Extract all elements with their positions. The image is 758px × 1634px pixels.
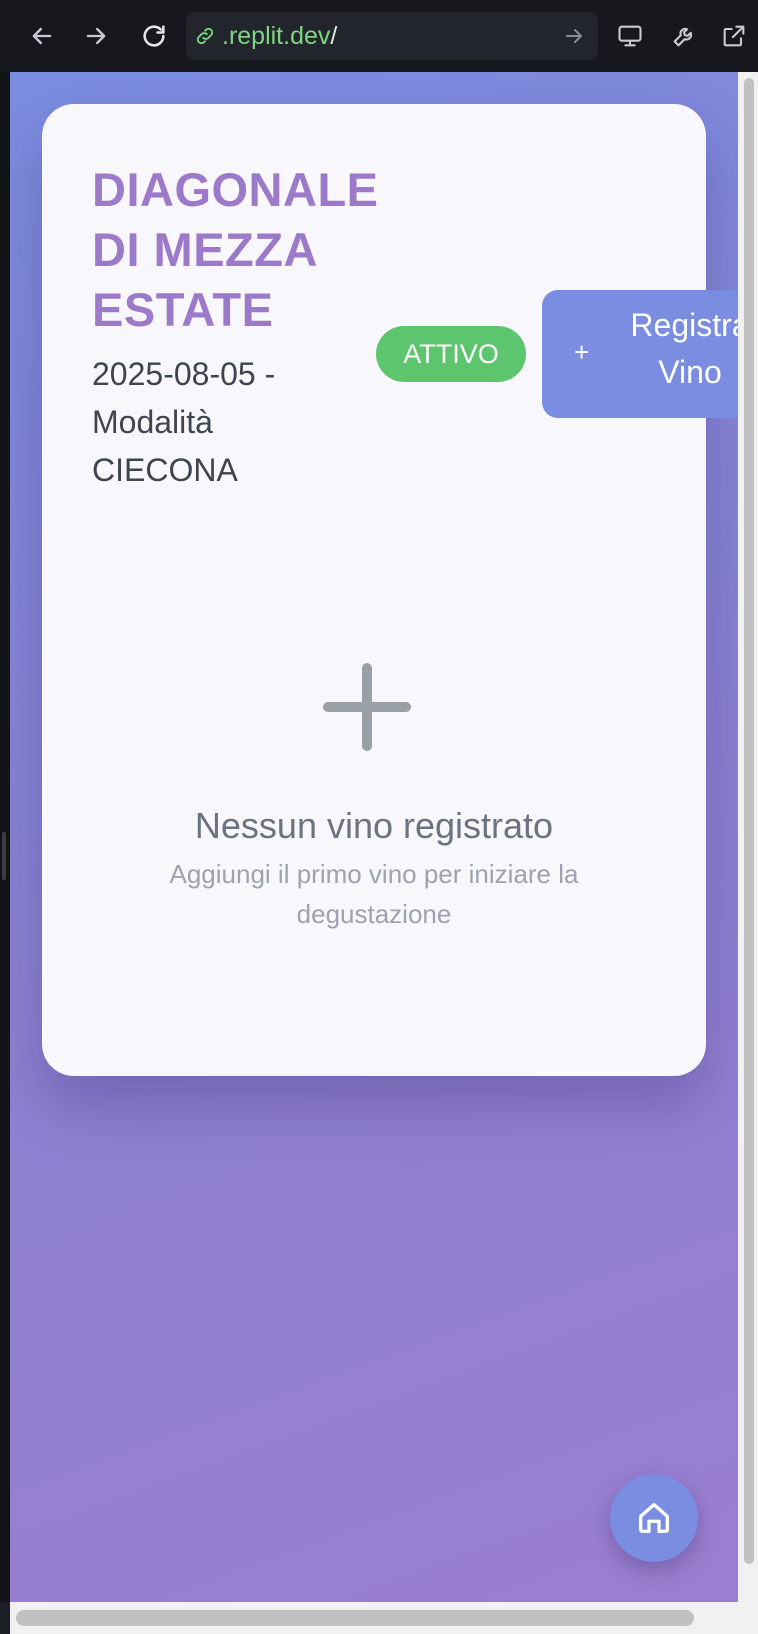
status-badge: ATTIVO (376, 326, 526, 382)
home-icon (639, 1503, 669, 1533)
session-subtitle: 2025-08-05 - Modalità CIECONA (92, 356, 276, 488)
horizontal-scrollbar-thumb[interactable] (16, 1610, 694, 1626)
monitor-icon[interactable] (612, 18, 648, 54)
tasting-card: DIAGONALE DI MEZZA ESTATE 2025-08-05 - M… (42, 104, 738, 1076)
empty-state-description: Aggiungi il primo vino per iniziare la d… (169, 859, 579, 929)
devtools-divider (0, 72, 10, 1602)
url-text: .replit.dev/ (222, 20, 337, 52)
register-wine-button[interactable]: + Registra Vino (542, 290, 738, 418)
resize-handle[interactable] (2, 832, 6, 880)
session-title: DIAGONALE DI MEZZA ESTATE (92, 163, 379, 336)
reload-icon[interactable] (136, 18, 172, 54)
vertical-scrollbar-thumb[interactable] (744, 78, 754, 1564)
url-domain: .replit.dev (222, 22, 331, 50)
empty-state-title: Nessun vino registrato (194, 805, 554, 846)
link-icon (196, 27, 214, 45)
wrench-icon[interactable] (666, 18, 702, 54)
go-icon[interactable] (562, 24, 586, 48)
plus-icon (323, 663, 411, 751)
back-icon[interactable] (24, 18, 60, 54)
browser-toolbar: .replit.dev/ (0, 0, 758, 73)
url-path: / (330, 22, 338, 50)
forward-icon[interactable] (78, 18, 114, 54)
home-button[interactable] (610, 1474, 698, 1562)
page-viewport: DIAGONALE DI MEZZA ESTATE 2025-08-05 - M… (10, 72, 738, 1602)
address-bar[interactable]: .replit.dev/ (186, 12, 598, 60)
plus-icon: + (574, 337, 590, 367)
external-link-icon[interactable] (716, 18, 752, 54)
register-wine-label: Registra Vino (630, 307, 738, 390)
